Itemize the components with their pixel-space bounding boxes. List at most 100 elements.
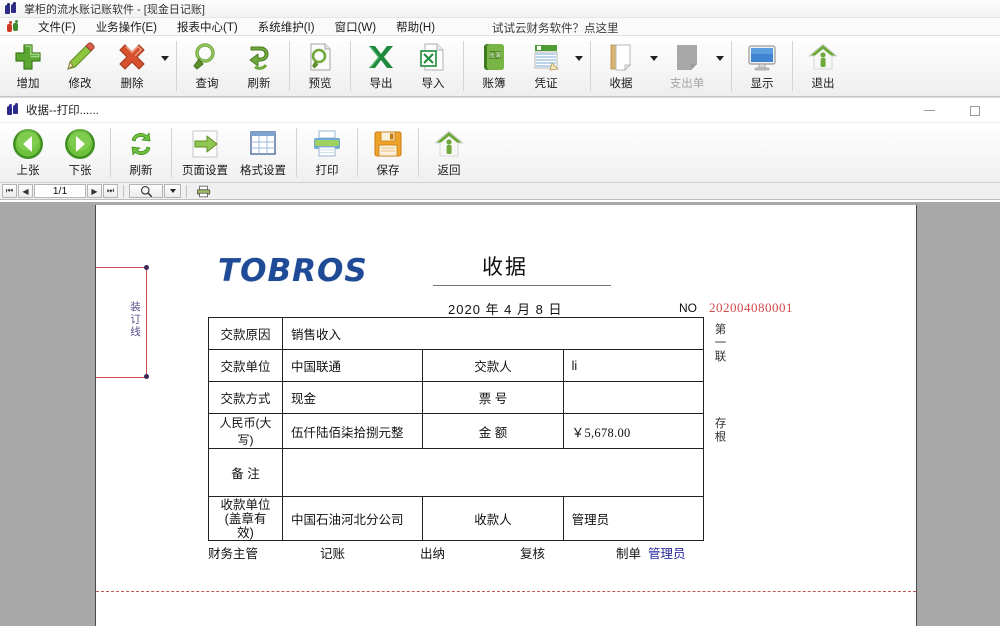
toolbar-button-display[interactable]: 显示 — [736, 36, 788, 96]
receipt-table: 交款原因 销售收入 交款单位 中国联通 交款人 li 交款方式 现金 票 号 人… — [208, 317, 705, 541]
toolbar-button-page-setup[interactable]: 页面设置 — [176, 123, 234, 182]
document-date: 2020 年 4 月 8 日 — [448, 302, 563, 317]
toolbar-caret-voucher[interactable] — [572, 36, 586, 96]
refresh-icon — [243, 40, 275, 74]
prev-page-button[interactable]: ◀ — [18, 184, 33, 198]
table-row-method: 交款方式 现金 票 号 — [208, 381, 705, 414]
cell-rmb-label: 人民币(大写) — [208, 413, 283, 449]
toolbar-button-prev-sheet[interactable]: 上张 — [2, 123, 54, 182]
chevron-down-icon — [575, 55, 583, 61]
toolbar-button-ledger[interactable]: 账簿 账簿 — [468, 36, 520, 96]
preview-page: 装订线 TOBROS 收据 2020 年 4 月 8 日 NO 20200408… — [95, 205, 917, 626]
app-people-icon — [5, 1, 19, 15]
maximize-button[interactable] — [952, 98, 998, 123]
toolbar-button-voucher[interactable]: 凭证 — [520, 36, 572, 96]
save-floppy-icon — [372, 127, 404, 161]
toolbar-separator — [171, 128, 172, 177]
toolbar-separator — [357, 128, 358, 177]
toolbar-button-export[interactable]: 导出 — [355, 36, 407, 96]
sign-cashier: 出纳 — [420, 547, 446, 561]
cell-ticket-label: 票 号 — [422, 381, 564, 414]
toolbar-label-save: 保存 — [376, 165, 400, 177]
sign-maker-label: 制单 — [616, 547, 642, 561]
toolbar-caret-expense-note[interactable] — [713, 36, 727, 96]
menu-report-center[interactable]: 报表中心(T) — [167, 17, 248, 37]
toolbar-button-save[interactable]: 保存 — [362, 123, 414, 182]
toolbar-button-query[interactable]: 查询 — [181, 36, 233, 96]
toolbar-separator — [792, 41, 793, 91]
toolbar-label-ledger: 账簿 — [482, 78, 506, 90]
toolbar-button-refresh[interactable]: 刷新 — [233, 36, 285, 96]
toolbar-label-page-setup: 页面设置 — [182, 165, 228, 177]
sign-maker-name: 管理员 — [648, 547, 686, 561]
toolbar-button-refresh-preview[interactable]: 刷新 — [115, 123, 167, 182]
page-navigation-bar: ⏮ ◀ 1/1 ▶ ⏭ — [0, 183, 1000, 200]
toolbar-separator — [350, 41, 351, 91]
expense-note-icon — [671, 40, 703, 74]
toolbar-label-print: 打印 — [315, 165, 339, 177]
excel-import-icon — [417, 40, 449, 74]
cell-amount-value: ￥5,678.00 — [562, 413, 705, 449]
toolbar-button-edit[interactable]: 修改 — [54, 36, 106, 96]
next-page-button[interactable]: ▶ — [87, 184, 102, 198]
toolbar-button-format-setup[interactable]: 格式设置 — [234, 123, 292, 182]
menu-bar: 文件(F) 业务操作(E) 报表中心(T) 系统维护(I) 窗口(W) 帮助(H… — [0, 18, 1000, 36]
menu-business-operations[interactable]: 业务操作(E) — [86, 17, 167, 37]
quick-print-button[interactable] — [192, 184, 216, 198]
toolbar-separator — [289, 41, 290, 91]
binding-dot-top — [144, 265, 149, 270]
toolbar-button-receipt[interactable]: 收据 — [595, 36, 647, 96]
last-page-button[interactable]: ⏭ — [103, 184, 118, 198]
toolbar-button-import[interactable]: 导入 — [407, 36, 459, 96]
toolbar-button-next-sheet[interactable]: 下张 — [54, 123, 106, 182]
next-circle-icon — [63, 127, 97, 161]
window-title: 掌柜的流水账记账软件 - [现金日记账] — [24, 3, 205, 16]
sign-bookkeeper: 记账 — [320, 547, 346, 561]
child-window: 收据--打印...... 上张 下张 刷新 页面设置 格式设置 打印 保存 返回… — [0, 97, 1000, 626]
cell-rmb-value: 伍仟陆佰柒拾捌元整 — [281, 413, 424, 449]
cell-ticket-value — [562, 381, 705, 414]
first-page-button[interactable]: ⏮ — [2, 184, 17, 198]
binding-line-bottom — [96, 377, 147, 378]
toolbar-button-back[interactable]: 返回 — [423, 123, 475, 182]
cell-amount-label: 金 额 — [422, 413, 564, 449]
window-controls — [906, 98, 998, 123]
toolbar-label-edit: 修改 — [68, 78, 92, 90]
toolbar-button-expense-note[interactable]: 支出单 — [661, 36, 713, 96]
toolbar-label-exit: 退出 — [811, 78, 835, 90]
preview-toolbar: 上张 下张 刷新 页面设置 格式设置 打印 保存 返回 — [0, 123, 1000, 183]
excel-export-icon — [365, 40, 397, 74]
main-toolbar: 增加 修改 删除 查询 刷新 预览 导出 导入 账簿 账簿 凭证 收据 支出单 … — [0, 36, 1000, 97]
toolbar-label-expense-note: 支出单 — [669, 78, 705, 90]
nav-separator — [186, 184, 187, 198]
chevron-down-icon — [650, 55, 658, 61]
toolbar-label-preview: 预览 — [308, 78, 332, 90]
promo-link[interactable]: 试试云财务软件？点这里 — [492, 20, 619, 36]
child-title-bar: 收据--打印...... — [0, 98, 1000, 123]
menu-file[interactable]: 文件(F) — [28, 17, 86, 37]
zoom-button[interactable] — [129, 184, 163, 198]
cell-reason-label: 交款原因 — [208, 317, 283, 350]
svg-text:账簿: 账簿 — [489, 52, 501, 60]
toolbar-button-preview[interactable]: 预览 — [294, 36, 346, 96]
toolbar-label-import: 导入 — [421, 78, 445, 90]
toolbar-button-exit[interactable]: 退出 — [797, 36, 849, 96]
receipt-icon — [605, 40, 637, 74]
toolbar-caret-delete[interactable] — [158, 36, 172, 96]
toolbar-caret-receipt[interactable] — [647, 36, 661, 96]
print-preview-canvas[interactable]: 装订线 TOBROS 收据 2020 年 4 月 8 日 NO 20200408… — [0, 202, 1000, 626]
cell-payer-unit-value: 中国联通 — [281, 349, 424, 382]
sign-reviewer: 复核 — [520, 547, 546, 561]
menu-help[interactable]: 帮助(H) — [386, 17, 445, 37]
minimize-button[interactable] — [906, 98, 952, 123]
toolbar-button-print[interactable]: 打印 — [301, 123, 353, 182]
maximize-icon — [970, 105, 980, 116]
chevron-down-icon — [716, 55, 724, 61]
zoom-dropdown-button[interactable] — [164, 184, 181, 198]
toolbar-button-add[interactable]: 增加 — [2, 36, 54, 96]
pencil-icon — [64, 40, 96, 74]
menu-system-maintenance[interactable]: 系统维护(I) — [248, 17, 325, 37]
menu-window[interactable]: 窗口(W) — [325, 17, 387, 37]
toolbar-button-delete[interactable]: 删除 — [106, 36, 158, 96]
cell-payer-label: 交款人 — [422, 349, 564, 382]
